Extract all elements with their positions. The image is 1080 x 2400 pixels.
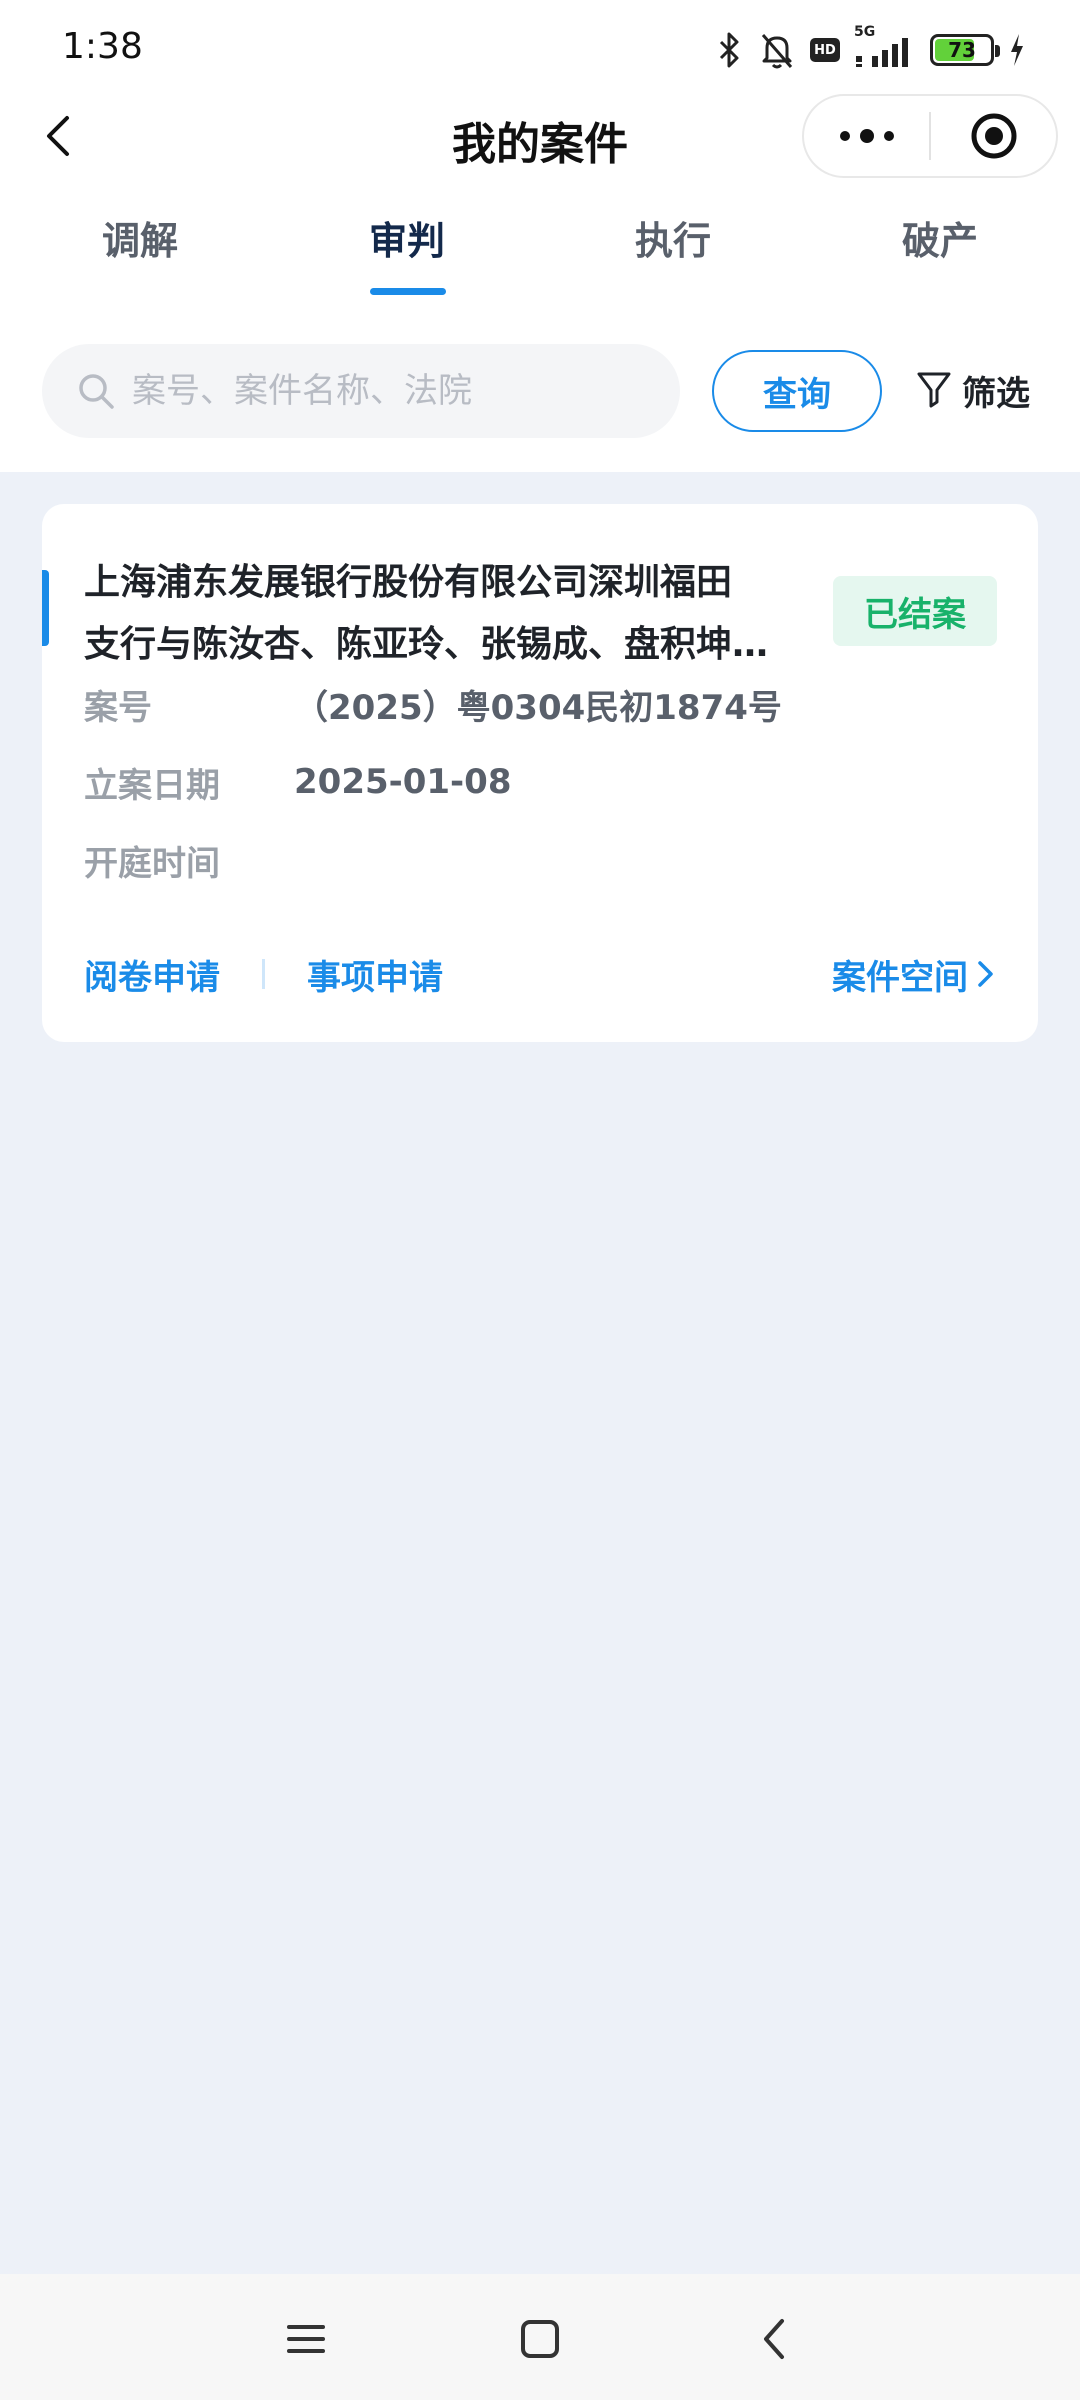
home-button[interactable]: [505, 2304, 575, 2374]
case-title-line-1: 上海浦东发展银行股份有限公司深圳福田: [84, 562, 733, 603]
filing-date-label: 立案日期: [84, 765, 220, 806]
bluetooth-icon: [714, 30, 744, 70]
battery: 73: [930, 34, 1000, 66]
active-tab-indicator: [370, 288, 446, 295]
battery-icon: 73: [930, 34, 1000, 66]
case-title: 上海浦东发展银行股份有限公司深圳福田 支行与陈汝杏、陈亚玲、张锡成、盘积坤…: [84, 552, 844, 676]
system-nav-bar: [0, 2274, 1080, 2400]
battery-level: 73: [948, 38, 976, 62]
case-type-tabs: 调解 审判 执行 破产: [0, 210, 1080, 300]
case-card[interactable]: 上海浦东发展银行股份有限公司深圳福田 支行与陈汝杏、陈亚玲、张锡成、盘积坤… 已…: [42, 504, 1038, 1042]
recent-apps-button[interactable]: [271, 2304, 341, 2374]
hearing-time-row: 开庭时间: [84, 836, 294, 884]
hd-icon: HD: [810, 38, 840, 62]
filter-icon: [917, 372, 951, 408]
case-actions: 阅卷申请 事项申请 案件空间: [84, 944, 996, 1004]
case-number-value: （2025）粤0304民初1874号: [294, 687, 782, 728]
target-icon: [971, 113, 1016, 159]
mini-program-capsule: [802, 94, 1058, 178]
battery-cap: [995, 45, 1000, 57]
status-time: 1:38: [62, 26, 143, 67]
system-back-button[interactable]: [739, 2304, 809, 2374]
action-divider: [262, 959, 265, 989]
network-label: 5G: [854, 24, 876, 40]
filter-button[interactable]: 筛选: [916, 362, 1030, 418]
status-badge: 已结案: [833, 576, 997, 646]
filing-date-row: 立案日期 2025-01-08: [84, 758, 511, 806]
case-space-label: 案件空间: [832, 957, 968, 998]
nav-bar: 我的案件: [0, 90, 1080, 184]
signal-icon: 5G: [854, 24, 916, 70]
more-button[interactable]: [804, 96, 929, 176]
more-dots-icon: [839, 129, 894, 143]
close-mini-program-button[interactable]: [931, 96, 1056, 176]
filing-date-value: 2025-01-08: [294, 762, 512, 802]
case-title-line-2: 支行与陈汝杏、陈亚玲、张锡成、盘积坤…: [84, 624, 769, 665]
tab-bankruptcy[interactable]: 破产: [840, 210, 1040, 265]
query-button[interactable]: 查询: [712, 350, 882, 432]
matter-request-link[interactable]: 事项申请: [307, 950, 443, 999]
search-input[interactable]: [132, 371, 652, 411]
hearing-time-label: 开庭时间: [84, 843, 220, 884]
tab-trial[interactable]: 审判: [307, 210, 507, 265]
hd-label: HD: [810, 38, 840, 62]
case-space-link[interactable]: 案件空间: [832, 944, 996, 1004]
search-icon: [76, 371, 116, 411]
menu-icon: [287, 2325, 325, 2353]
tab-mediation[interactable]: 调解: [40, 210, 240, 265]
chevron-right-icon: [978, 961, 993, 987]
search-box: [42, 344, 680, 438]
card-accent-bar: [42, 570, 49, 646]
case-number-row: 案号 （2025）粤0304民初1874号: [84, 680, 782, 728]
filter-label: 筛选: [962, 373, 1030, 414]
status-icons: HD 5G 73: [714, 24, 1026, 74]
charging-icon: [1008, 32, 1026, 68]
header-area: 1:38 HD 5G 73 我的案件 调解 审判 执行 破产 案号、案件名称、法…: [0, 0, 1080, 472]
status-bar: 1:38 HD 5G 73: [0, 0, 1080, 100]
tab-execution[interactable]: 执行: [573, 210, 773, 265]
file-review-request-link[interactable]: 阅卷申请: [84, 950, 220, 999]
case-number-label: 案号: [84, 687, 152, 728]
back-arrow-icon: [764, 2319, 784, 2359]
bell-off-icon: [758, 30, 796, 70]
home-square-icon: [521, 2320, 559, 2358]
